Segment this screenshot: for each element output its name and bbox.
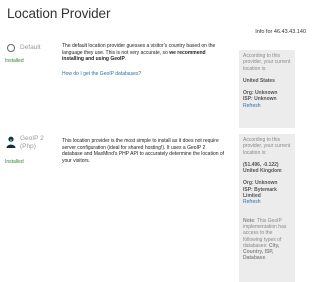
- geoip-user-icon[interactable]: [6, 136, 16, 148]
- refresh-link[interactable]: Refresh: [243, 103, 291, 109]
- info-ip-label: Info for 46.43.43.140: [255, 29, 306, 35]
- provider-row-default: Default Installed The default location p…: [0, 38, 300, 128]
- radio-button-icon[interactable]: [7, 44, 15, 52]
- description-end: .: [124, 56, 127, 63]
- page-title: Location Provider: [7, 6, 111, 21]
- provider-description-default: The default location provider guesses a …: [62, 43, 226, 63]
- location-intro: According to this provider, your current…: [243, 53, 291, 72]
- location-isp: ISP: Bytemark Limited: [243, 186, 277, 200]
- provider-name-default[interactable]: Default: [20, 44, 41, 52]
- provider-name-geoip2[interactable]: GeoIP 2 (Php): [20, 135, 56, 151]
- installed-status-geoip2: Installed: [5, 159, 24, 165]
- installed-status-default: Installed: [5, 58, 24, 64]
- location-box-default: According to this provider, your current…: [239, 50, 295, 128]
- provider-name-line1: GeoIP 2: [20, 135, 44, 142]
- provider-name-line2: (Php): [20, 143, 36, 150]
- provider-description-geoip2: This location provider is the most simpl…: [62, 138, 225, 164]
- geoip-databases-help-link[interactable]: How do I get the GeoIP databases?: [62, 71, 141, 77]
- database-note: Note: This GeoIP implementation has acce…: [243, 218, 291, 262]
- provider-row-geoip2: GeoIP 2 (Php) Installed This location pr…: [0, 128, 300, 282]
- note-end: .: [265, 255, 267, 262]
- location-box-geoip2: According to this provider, your current…: [239, 134, 295, 282]
- location-intro: According to this provider, your current…: [243, 137, 291, 156]
- note-label: Note: [243, 217, 255, 224]
